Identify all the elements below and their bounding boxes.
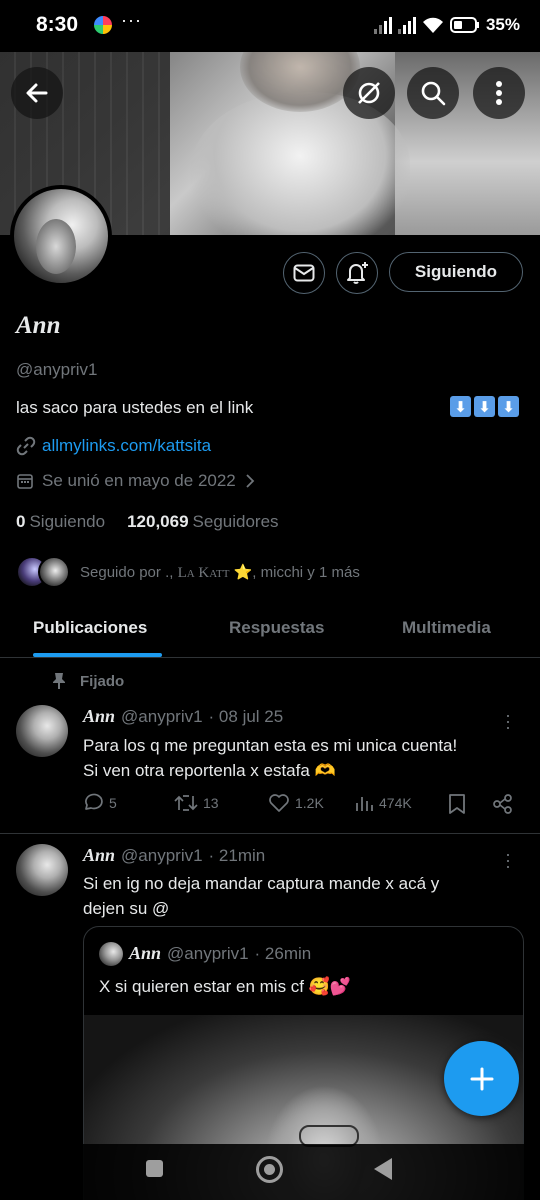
active-tab-indicator: [33, 653, 162, 657]
grok-icon: [358, 82, 380, 104]
down-arrow-icon: ⬇: [474, 396, 495, 417]
quoted-post-text: X si quieren estar en mis cf 🥰💕: [99, 977, 352, 996]
back-triangle-icon[interactable]: [374, 1158, 392, 1180]
grok-button[interactable]: [343, 67, 395, 119]
search-icon: [421, 81, 446, 106]
reply-icon: [85, 793, 103, 810]
post-text: Para los q me preguntan esta es mi unica…: [83, 736, 458, 780]
post-actions: 5 13 1.2K 474K: [82, 793, 522, 817]
post-author-name[interactable]: Ann: [83, 845, 115, 866]
repost-button[interactable]: 13: [174, 793, 219, 813]
status-indicators: 35%: [373, 12, 520, 38]
home-icon[interactable]: [256, 1156, 283, 1183]
status-bar: 8:30 ··· 35%: [0, 0, 540, 52]
profile-handle: @anypriv1: [16, 360, 98, 379]
pin-icon: [53, 673, 65, 689]
follow-stats: 0 Siguiendo 120,069 Seguidores: [16, 512, 279, 532]
wifi-icon: [422, 17, 443, 33]
heart-icon: [269, 794, 289, 812]
post-header: Ann @anypriv1 · 21min: [83, 845, 265, 866]
system-nav-bar: [0, 1144, 540, 1200]
views-icon: [356, 797, 373, 811]
status-time: 8:30: [36, 13, 79, 36]
post-time: · 21min: [208, 846, 266, 865]
post-time: · 08 jul 25: [208, 707, 284, 726]
post-more-icon[interactable]: · · ·: [505, 706, 511, 736]
recents-icon[interactable]: [146, 1160, 163, 1177]
views-button[interactable]: 474K: [354, 793, 412, 813]
calendar-icon: [17, 474, 33, 489]
plus-icon: [470, 1067, 493, 1090]
tab-respuestas[interactable]: Respuestas: [229, 618, 324, 638]
repost-icon: [174, 795, 198, 811]
down-arrow-icon: ⬇: [450, 396, 471, 417]
more-notifications-dots: ···: [121, 10, 142, 30]
compose-post-button[interactable]: [444, 1041, 519, 1116]
followers-stat[interactable]: 120,069 Seguidores: [127, 512, 278, 532]
battery-percent: 35%: [485, 15, 520, 34]
joined-text: Se unió en mayo de 2022: [42, 471, 236, 490]
more-options-button[interactable]: [473, 67, 525, 119]
following-stat[interactable]: 0 Siguiendo: [16, 512, 105, 532]
post-text: Si en ig no deja mandar captura mande x …: [83, 874, 440, 918]
followers-avatars: [16, 556, 70, 588]
notifications-button[interactable]: [336, 252, 378, 294]
more-vertical-icon: [496, 81, 502, 105]
signal-2-icon: [397, 16, 416, 34]
followed-by-text: Seguido por ., La Katt ⭐, micchi y 1 más: [80, 563, 360, 581]
arrow-left-icon: [26, 83, 48, 103]
post-divider: [0, 833, 540, 834]
tab-multimedia[interactable]: Multimedia: [402, 618, 491, 638]
signal-icon: [373, 16, 392, 34]
quoted-post-avatar: [99, 942, 123, 966]
back-button[interactable]: [11, 67, 63, 119]
post-avatar[interactable]: [16, 705, 68, 757]
share-icon[interactable]: [492, 793, 514, 815]
post-more-icon[interactable]: · · ·: [505, 845, 511, 875]
quoted-post-header: Ann @anypriv1 · 26min: [129, 943, 312, 963]
profile-bio: las saco para ustedes en el link: [16, 398, 254, 417]
battery-icon: [449, 17, 479, 33]
joined-date[interactable]: Se unió en mayo de 2022: [16, 471, 256, 491]
profile-tabs: Publicaciones Respuestas Multimedia: [0, 600, 540, 658]
post-author-handle[interactable]: @anypriv1: [121, 707, 203, 727]
like-button[interactable]: 1.2K: [268, 793, 324, 813]
pinned-label: Fijado: [52, 672, 124, 690]
profile-avatar[interactable]: [10, 185, 112, 287]
app-notification-icon: [94, 16, 112, 34]
down-arrow-icon: ⬇: [498, 396, 519, 417]
profile-link[interactable]: allmylinks.com/kattsita: [16, 436, 211, 456]
post-author-handle[interactable]: @anypriv1: [121, 846, 203, 866]
post-header: Ann @anypriv1 · 08 jul 25: [83, 706, 283, 727]
followed-by-row[interactable]: Seguido por ., La Katt ⭐, micchi y 1 más: [16, 556, 360, 588]
following-button[interactable]: Siguiendo: [389, 252, 523, 292]
profile-link-text[interactable]: allmylinks.com/kattsita: [42, 436, 211, 456]
bio-arrow-emojis: ⬇ ⬇ ⬇: [450, 396, 519, 417]
post-avatar[interactable]: [16, 844, 68, 896]
profile-name: Ann: [16, 312, 61, 339]
link-icon: [16, 436, 36, 456]
search-button[interactable]: [407, 67, 459, 119]
reply-button[interactable]: 5: [82, 793, 117, 813]
chevron-right-icon: [246, 474, 255, 488]
message-button[interactable]: [283, 252, 325, 294]
bookmark-icon[interactable]: [448, 793, 466, 815]
bell-plus-icon: [347, 262, 368, 284]
envelope-icon: [293, 264, 315, 282]
tab-publicaciones[interactable]: Publicaciones: [33, 618, 147, 638]
star-icon: ⭐: [233, 563, 253, 581]
post-author-name[interactable]: Ann: [83, 706, 115, 727]
